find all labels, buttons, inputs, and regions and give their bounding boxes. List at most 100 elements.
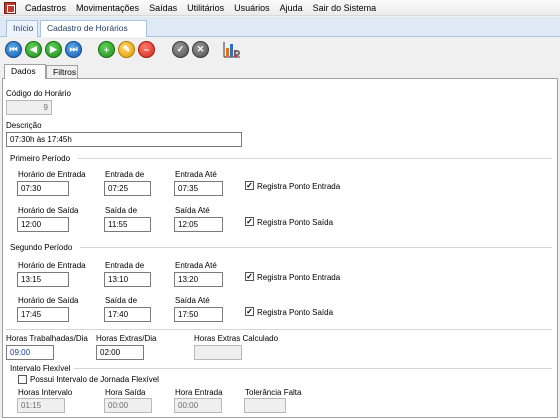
p1-saida-de-label: Saída de	[105, 206, 138, 215]
descricao-label: Descrição	[6, 121, 42, 130]
tab-dados-label: Dados	[11, 66, 36, 76]
previous-icon: ◀	[30, 44, 37, 54]
p1-registra-entrada-checkbox[interactable]: ✓	[245, 181, 254, 190]
p2-entrada-ate-label: Entrada Até	[175, 261, 217, 270]
p2-saida-de-field[interactable]: 17:40	[104, 307, 151, 322]
horas-extras-field[interactable]: 02:00	[96, 345, 144, 360]
form-panel	[2, 78, 558, 418]
tab-dados[interactable]: Dados	[4, 64, 46, 79]
possui-intervalo-label: Possui Intervalo de Jornada Flexível	[30, 375, 159, 384]
first-icon: ⏮	[9, 44, 18, 54]
first-record-button[interactable]: ⏮	[5, 41, 22, 58]
next-icon: ▶	[50, 44, 57, 54]
edit-button[interactable]: ✎	[118, 41, 135, 58]
possui-intervalo-checkbox[interactable]	[18, 375, 27, 384]
menu-ajuda[interactable]: Ajuda	[275, 0, 308, 16]
menu-utilitarios[interactable]: Utilitários	[182, 0, 229, 16]
hora-entrada-field[interactable]: 00:00	[174, 398, 222, 413]
p2-saida-field[interactable]: 17:45	[17, 307, 69, 322]
p2-entrada-label: Horário de Entrada	[18, 261, 86, 270]
p2-registra-entrada-checkbox[interactable]: ✓	[245, 272, 254, 281]
hora-saida-label: Hora Saída	[105, 388, 146, 397]
cancel-button[interactable]: ✕	[192, 41, 209, 58]
p2-entrada-de-label: Entrada de	[105, 261, 145, 270]
hora-entrada-label: Hora Entrada	[175, 388, 223, 397]
tab-inicio-label: Início	[13, 23, 34, 33]
segundo-periodo-divider	[80, 247, 552, 248]
p1-registra-saida-checkbox[interactable]: ✓	[245, 217, 254, 226]
p2-entrada-field[interactable]: 13:15	[17, 272, 69, 287]
cancel-icon: ✕	[196, 44, 205, 54]
p1-registra-entrada-label: Registra Ponto Entrada	[257, 182, 341, 191]
report-icon	[223, 42, 240, 58]
codigo-field[interactable]: 9	[6, 100, 52, 115]
p1-entrada-ate-label: Entrada Até	[175, 170, 217, 179]
descricao-field[interactable]: 07:30h às 17:45h	[6, 132, 242, 147]
add-button[interactable]: +	[98, 41, 115, 58]
primeiro-periodo-divider	[78, 158, 552, 159]
last-record-button[interactable]: ⏭	[65, 41, 82, 58]
menu-movimentacoes[interactable]: Movimentações	[71, 0, 144, 16]
last-icon: ⏭	[69, 44, 78, 54]
menu-usuarios[interactable]: Usuários	[229, 0, 275, 16]
p1-saida-ate-label: Saída Até	[175, 206, 210, 215]
horas-extras-calculado-field[interactable]	[194, 345, 242, 360]
toolbar: ⏮ ◀ ▶ ⏭ + ✎ − ✓ ✕	[0, 38, 560, 62]
tab-filtros-label: Filtros	[53, 67, 77, 77]
edit-icon: ✎	[122, 44, 131, 54]
horas-trabalhadas-field[interactable]: 09:00	[6, 345, 54, 360]
codigo-label: Código do Horário	[6, 89, 71, 98]
p1-entrada-label: Horário de Entrada	[18, 170, 86, 179]
delete-button[interactable]: −	[138, 41, 155, 58]
p2-registra-saida-label: Registra Ponto Saída	[257, 308, 334, 317]
document-tabstrip: Início Cadastro de Horários ×	[0, 17, 560, 48]
report-button[interactable]	[223, 41, 241, 58]
horas-extras-label: Horas Extras/Dia	[96, 334, 157, 343]
p2-entrada-de-field[interactable]: 13:10	[104, 272, 151, 287]
p2-entrada-ate-field[interactable]: 13:20	[174, 272, 223, 287]
p2-registra-entrada-label: Registra Ponto Entrada	[257, 273, 341, 282]
menu-saidas[interactable]: Saídas	[144, 0, 182, 16]
p2-registra-saida-checkbox[interactable]: ✓	[245, 307, 254, 316]
p1-saida-de-field[interactable]: 11:55	[104, 217, 151, 232]
confirm-icon: ✓	[176, 44, 185, 54]
menu-bar: Cadastros Movimentações Saídas Utilitári…	[0, 0, 560, 16]
p1-saida-label: Horário de Saída	[18, 206, 79, 215]
intervalo-flexivel-divider	[74, 368, 552, 369]
primeiro-periodo-title: Primeiro Período	[10, 154, 71, 163]
p1-registra-saida-label: Registra Ponto Saída	[257, 218, 334, 227]
form-subtabs: Dados Filtros	[0, 64, 560, 79]
p2-saida-label: Horário de Saída	[18, 296, 79, 305]
horas-extras-calculado-label: Horas Extras Calculado	[194, 334, 279, 343]
tab-inicio[interactable]: Início	[6, 20, 38, 37]
p2-saida-ate-label: Saída Até	[175, 296, 210, 305]
app-icon[interactable]	[4, 1, 16, 14]
delete-icon: −	[143, 44, 150, 55]
p1-entrada-field[interactable]: 07:30	[17, 181, 69, 196]
p2-saida-de-label: Saída de	[105, 296, 138, 305]
tab-cadastro-label: Cadastro de Horários	[47, 23, 128, 33]
menu-cadastros[interactable]: Cadastros	[20, 0, 71, 16]
menu-sair[interactable]: Sair do Sistema	[308, 0, 382, 16]
p1-entrada-ate-field[interactable]: 07:35	[174, 181, 223, 196]
p1-saida-ate-field[interactable]: 12:05	[174, 217, 223, 232]
tab-filtros[interactable]: Filtros	[46, 65, 78, 79]
tolerancia-falta-field[interactable]	[244, 398, 286, 413]
periodos-bottom-divider	[6, 329, 552, 330]
horas-intervalo-label: Horas Intervalo	[18, 388, 73, 397]
segundo-periodo-title: Segundo Período	[10, 243, 73, 252]
p2-saida-ate-field[interactable]: 17:50	[174, 307, 223, 322]
next-record-button[interactable]: ▶	[45, 41, 62, 58]
tab-cadastro-horarios[interactable]: Cadastro de Horários ×	[40, 20, 147, 48]
p1-entrada-de-field[interactable]: 07:25	[104, 181, 151, 196]
horas-intervalo-field[interactable]: 01:15	[17, 398, 65, 413]
p1-saida-field[interactable]: 12:00	[17, 217, 69, 232]
confirm-button[interactable]: ✓	[172, 41, 189, 58]
intervalo-flexivel-title: Intervalo Flexível	[10, 364, 71, 373]
p1-entrada-de-label: Entrada de	[105, 170, 145, 179]
previous-record-button[interactable]: ◀	[25, 41, 42, 58]
tolerancia-falta-label: Tolerância Falta	[245, 388, 302, 397]
hora-saida-field[interactable]: 00:00	[104, 398, 152, 413]
horas-trabalhadas-label: Horas Trabalhadas/Dia	[6, 334, 88, 343]
add-icon: +	[103, 44, 110, 55]
